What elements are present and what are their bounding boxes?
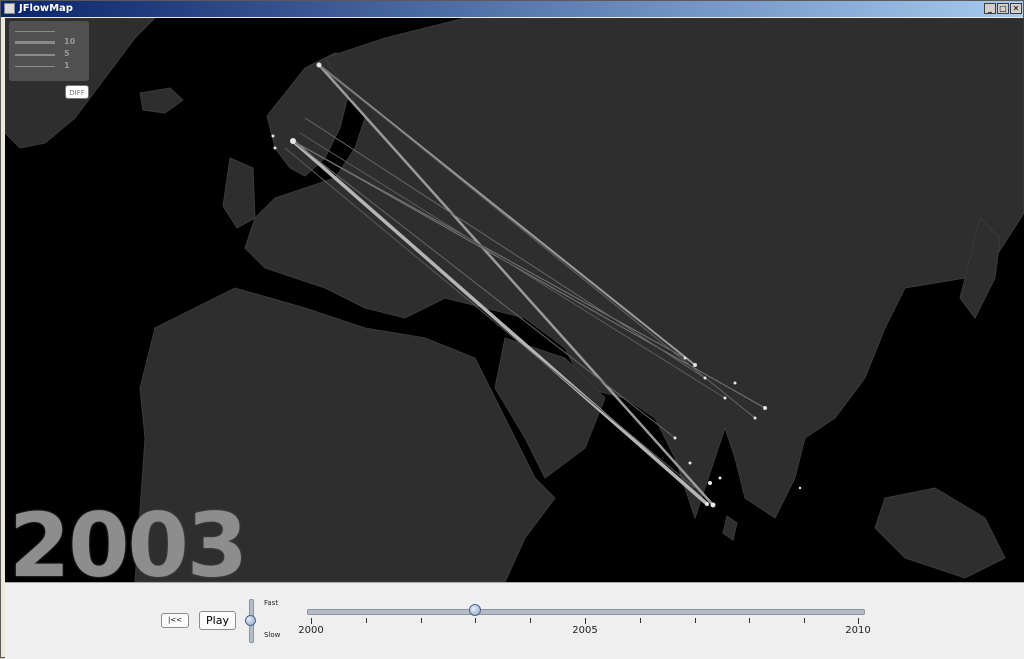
timeline-tick — [585, 618, 586, 624]
legend-label-1: 1 — [64, 61, 70, 70]
rewind-button[interactable]: |<< — [161, 613, 189, 628]
title-bar: JFlowMap _ □ ✕ — [1, 1, 1023, 17]
timeline-label-2005: 2005 — [572, 625, 598, 636]
timeline-slider-thumb[interactable] — [469, 604, 482, 616]
timeline-tick — [475, 618, 476, 623]
timeline-tick — [366, 618, 367, 623]
timeline-tick — [640, 618, 641, 623]
timeline-tick — [804, 618, 805, 623]
playback-controls: |<< Play Fast Slow 2000 2005 2010 — [5, 582, 1024, 659]
speed-slider-thumb[interactable] — [245, 615, 256, 626]
play-button[interactable]: Play — [199, 611, 236, 630]
app-window: JFlowMap _ □ ✕ 10 5 1 DIFF 2003 |<< Play… — [0, 0, 1024, 659]
maximize-button[interactable]: □ — [997, 3, 1009, 14]
timeline-tick — [311, 618, 312, 624]
flow-legend: 10 5 1 — [9, 21, 89, 81]
timeline-tick — [749, 618, 750, 623]
legend-line-5 — [15, 54, 55, 56]
diff-button[interactable]: DIFF — [65, 85, 89, 99]
legend-line-10 — [15, 41, 55, 44]
window-title: JFlowMap — [19, 3, 73, 14]
speed-slow-label: Slow — [264, 631, 281, 639]
legend-arrow-line — [15, 31, 55, 32]
year-label: 2003 — [9, 494, 248, 582]
timeline-tick — [421, 618, 422, 623]
legend-line-1 — [15, 66, 55, 67]
timeline-tick — [695, 618, 696, 623]
flow-map[interactable]: 10 5 1 DIFF 2003 — [5, 18, 1024, 582]
java-cup-icon — [4, 3, 15, 14]
legend-label-5: 5 — [64, 49, 70, 58]
close-button[interactable]: ✕ — [1010, 3, 1022, 14]
timeline-tick — [530, 618, 531, 623]
timeline-slider-track[interactable] — [307, 609, 865, 615]
timeline-label-2000: 2000 — [298, 625, 324, 636]
speed-fast-label: Fast — [264, 599, 279, 607]
legend-label-10: 10 — [64, 37, 76, 46]
timeline-label-2010: 2010 — [845, 625, 871, 636]
minimize-button[interactable]: _ — [984, 3, 996, 14]
timeline-tick — [858, 618, 859, 624]
